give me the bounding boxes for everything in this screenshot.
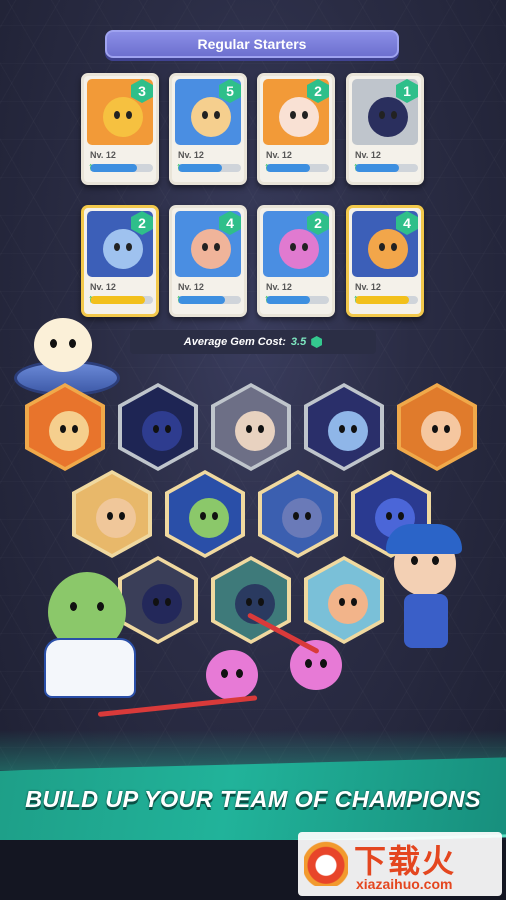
champion-hex-tile[interactable]: [304, 556, 384, 644]
champion-hex-background: [262, 474, 334, 554]
champion-portrait: [103, 97, 143, 137]
lab-coat-illustration: [44, 638, 136, 698]
card-level-label: Nv. 12: [266, 282, 292, 292]
champion-hex-tile[interactable]: [304, 383, 384, 471]
champion-hex-tile[interactable]: [72, 470, 152, 558]
upgrade-arrow-icon: ↑: [88, 293, 94, 305]
champion-portrait: [328, 584, 368, 624]
champion-hex-tile[interactable]: [25, 383, 105, 471]
champion-hex-tile[interactable]: [258, 470, 338, 558]
champion-card[interactable]: 4 Nv. 12 ↑: [169, 205, 247, 317]
champion-card[interactable]: 2 Nv. 12 ↑: [81, 205, 159, 317]
champion-card[interactable]: 2 Nv. 12 ↑: [257, 73, 335, 185]
card-progress-fill: [90, 296, 146, 304]
champion-portrait: [368, 97, 408, 137]
upgrade-arrow-icon: ↑: [264, 161, 270, 173]
card-progress-bar: [90, 296, 153, 304]
card-level-label: Nv. 12: [90, 150, 116, 160]
card-level-label: Nv. 12: [266, 150, 292, 160]
champion-portrait: [142, 584, 182, 624]
champion-portrait: [279, 229, 319, 269]
champion-portrait: [103, 229, 143, 269]
champion-portrait: [235, 411, 275, 451]
champion-hex-background: [215, 387, 287, 467]
card-level-label: Nv. 12: [178, 282, 204, 292]
champion-portrait: [421, 411, 461, 451]
card-progress-bar: [178, 296, 241, 304]
card-level-label: Nv. 12: [90, 282, 116, 292]
average-gem-cost-label: Average Gem Cost:: [183, 336, 286, 348]
card-progress-bar: [355, 164, 418, 172]
champion-card[interactable]: 2 Nv. 12 ↑: [257, 205, 335, 317]
rocker-hair-illustration: [386, 524, 462, 554]
card-progress-bar: [355, 296, 418, 304]
card-level-label: Nv. 12: [178, 150, 204, 160]
champion-hex-tile[interactable]: [397, 383, 477, 471]
champion-portrait: [191, 97, 231, 137]
champion-portrait: [328, 411, 368, 451]
champion-portrait: [96, 498, 136, 538]
card-progress-fill: [355, 296, 409, 304]
champion-hex-background: [169, 474, 241, 554]
card-progress-bar: [90, 164, 153, 172]
champion-card[interactable]: 4 Nv. 12 ↑: [346, 205, 424, 317]
card-progress-bar: [266, 164, 329, 172]
rope-illustration: [97, 695, 258, 717]
gem-icon: [311, 336, 323, 348]
champion-card[interactable]: 3 Nv. 12 ↑: [81, 73, 159, 185]
pink-character-left-illustration: [206, 650, 258, 700]
champion-portrait: [279, 97, 319, 137]
upgrade-arrow-icon: ↑: [176, 161, 182, 173]
card-progress-bar: [178, 164, 241, 172]
champion-portrait: [189, 498, 229, 538]
champion-card[interactable]: 5 Nv. 12 ↑: [169, 73, 247, 185]
champion-hex-background: [29, 387, 101, 467]
champion-hex-background: [122, 387, 194, 467]
watermark: 下载火 xiazaihuo.com: [298, 832, 502, 896]
champion-portrait: [282, 498, 322, 538]
upgrade-arrow-icon: ↑: [353, 293, 359, 305]
champion-portrait: [191, 229, 231, 269]
champion-hex-tile[interactable]: [211, 383, 291, 471]
champion-hex-background: [76, 474, 148, 554]
champion-hex-background: [308, 560, 380, 640]
headline-text: BUILD UP YOUR TEAM OF CHAMPIONS: [25, 786, 481, 812]
champion-hex-tile[interactable]: [165, 470, 245, 558]
upgrade-arrow-icon: ↑: [264, 293, 270, 305]
rocker-body-illustration: [404, 594, 448, 648]
flame-logo-icon: [304, 840, 348, 886]
card-level-label: Nv. 12: [355, 282, 381, 292]
champion-hex-tile[interactable]: [118, 383, 198, 471]
card-level-label: Nv. 12: [355, 150, 381, 160]
champion-hex-background: [308, 387, 380, 467]
champion-portrait: [368, 229, 408, 269]
champion-hex-background: [122, 560, 194, 640]
card-progress-bar: [266, 296, 329, 304]
upgrade-arrow-icon: ↑: [176, 293, 182, 305]
watermark-url: xiazaihuo.com: [356, 876, 453, 892]
champion-portrait: [49, 411, 89, 451]
champion-hex-tile[interactable]: [118, 556, 198, 644]
upgrade-arrow-icon: ↑: [353, 161, 359, 173]
champion-hex-background: [401, 387, 473, 467]
deck-title[interactable]: Regular Starters: [105, 30, 399, 58]
upgrade-arrow-icon: ↑: [88, 161, 94, 173]
average-gem-cost: Average Gem Cost: 3.5: [130, 330, 376, 354]
ufo-pilot-illustration: [34, 318, 92, 372]
average-gem-cost-value: 3.5: [290, 336, 307, 348]
champion-card[interactable]: 1 Nv. 12 ↑: [346, 73, 424, 185]
champion-portrait: [142, 411, 182, 451]
